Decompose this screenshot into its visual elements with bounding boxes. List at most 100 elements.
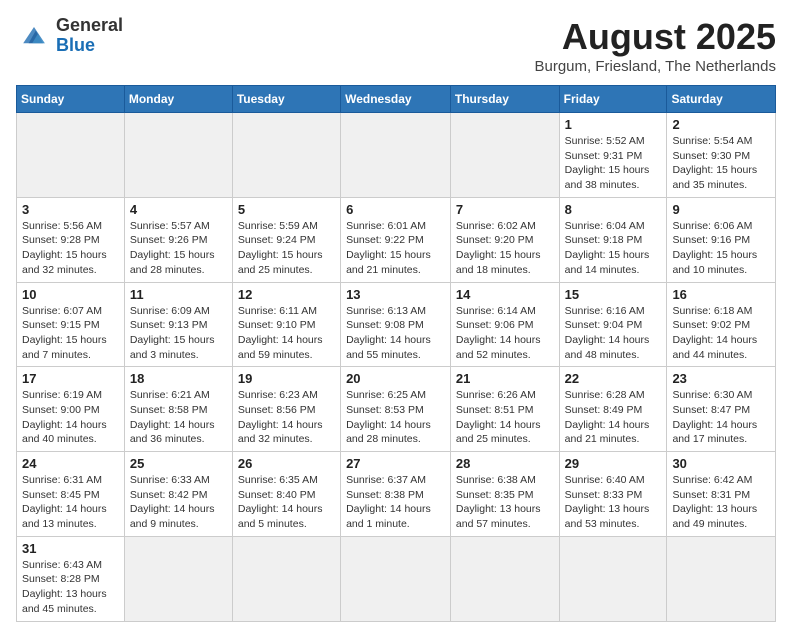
day-number: 10 bbox=[22, 287, 119, 302]
calendar-day-cell: 28 Sunrise: 6:38 AM Sunset: 8:35 PM Dayli… bbox=[450, 452, 559, 537]
day-number: 29 bbox=[565, 456, 662, 471]
calendar-day-cell: 25Sunrise: 6:33 AM Sunset: 8:42 PM Dayli… bbox=[124, 452, 232, 537]
calendar-day-cell bbox=[341, 113, 451, 198]
calendar-day-cell: 24 Sunrise: 6:31 AM Sunset: 8:45 PM Dayli… bbox=[17, 452, 125, 537]
calendar-week-row: 17 Sunrise: 6:19 AM Sunset: 9:00 PM Dayli… bbox=[17, 367, 776, 452]
calendar-day-cell: 31 Sunrise: 6:43 AM Sunset: 8:28 PM Dayli… bbox=[17, 536, 125, 621]
day-number: 23 bbox=[672, 371, 770, 386]
calendar-day-cell: 15Sunrise: 6:16 AM Sunset: 9:04 PM Dayli… bbox=[559, 282, 667, 367]
day-info: Sunrise: 6:25 AM Sunset: 8:53 PM Dayligh… bbox=[346, 388, 445, 447]
day-number: 2 bbox=[672, 117, 770, 132]
calendar-day-cell: 26Sunrise: 6:35 AM Sunset: 8:40 PM Dayli… bbox=[232, 452, 340, 537]
weekday-header-friday: Friday bbox=[559, 86, 667, 113]
weekday-header-thursday: Thursday bbox=[450, 86, 559, 113]
day-number: 4 bbox=[130, 202, 227, 217]
calendar-week-row: 3 Sunrise: 5:56 AM Sunset: 9:28 PM Daylig… bbox=[17, 197, 776, 282]
day-info: Sunrise: 6:06 AM Sunset: 9:16 PM Dayligh… bbox=[672, 219, 770, 278]
day-number: 9 bbox=[672, 202, 770, 217]
calendar-day-cell: 12 Sunrise: 6:11 AM Sunset: 9:10 PM Dayli… bbox=[232, 282, 340, 367]
calendar-day-cell: 27 Sunrise: 6:37 AM Sunset: 8:38 PM Dayli… bbox=[341, 452, 451, 537]
weekday-header-monday: Monday bbox=[124, 86, 232, 113]
calendar-day-cell bbox=[559, 536, 667, 621]
weekday-header-wednesday: Wednesday bbox=[341, 86, 451, 113]
day-info: Sunrise: 6:09 AM Sunset: 9:13 PM Dayligh… bbox=[130, 304, 227, 363]
day-number: 3 bbox=[22, 202, 119, 217]
calendar-day-cell bbox=[17, 113, 125, 198]
day-number: 18 bbox=[130, 371, 227, 386]
day-number: 8 bbox=[565, 202, 662, 217]
day-info: Sunrise: 6:38 AM Sunset: 8:35 PM Dayligh… bbox=[456, 473, 554, 532]
page-header: GeneralBlue August 2025 Burgum, Frieslan… bbox=[16, 16, 776, 75]
calendar-day-cell: 16 Sunrise: 6:18 AM Sunset: 9:02 PM Dayli… bbox=[667, 282, 776, 367]
day-number: 6 bbox=[346, 202, 445, 217]
day-info: Sunrise: 6:43 AM Sunset: 8:28 PM Dayligh… bbox=[22, 558, 119, 617]
day-number: 25 bbox=[130, 456, 227, 471]
day-info: Sunrise: 5:54 AM Sunset: 9:30 PM Dayligh… bbox=[672, 134, 770, 193]
day-info: Sunrise: 6:18 AM Sunset: 9:02 PM Dayligh… bbox=[672, 304, 770, 363]
day-info: Sunrise: 6:40 AM Sunset: 8:33 PM Dayligh… bbox=[565, 473, 662, 532]
day-info: Sunrise: 5:56 AM Sunset: 9:28 PM Dayligh… bbox=[22, 219, 119, 278]
day-info: Sunrise: 6:23 AM Sunset: 8:56 PM Dayligh… bbox=[238, 388, 335, 447]
day-number: 14 bbox=[456, 287, 554, 302]
day-number: 28 bbox=[456, 456, 554, 471]
day-number: 26 bbox=[238, 456, 335, 471]
calendar-day-cell: 29 Sunrise: 6:40 AM Sunset: 8:33 PM Dayli… bbox=[559, 452, 667, 537]
calendar-day-cell: 22 Sunrise: 6:28 AM Sunset: 8:49 PM Dayli… bbox=[559, 367, 667, 452]
day-info: Sunrise: 6:26 AM Sunset: 8:51 PM Dayligh… bbox=[456, 388, 554, 447]
weekday-header-tuesday: Tuesday bbox=[232, 86, 340, 113]
day-number: 30 bbox=[672, 456, 770, 471]
day-number: 27 bbox=[346, 456, 445, 471]
title-area: August 2025 Burgum, Friesland, The Nethe… bbox=[534, 16, 776, 75]
day-info: Sunrise: 6:04 AM Sunset: 9:18 PM Dayligh… bbox=[565, 219, 662, 278]
calendar-day-cell: 21Sunrise: 6:26 AM Sunset: 8:51 PM Dayli… bbox=[450, 367, 559, 452]
calendar-day-cell: 30Sunrise: 6:42 AM Sunset: 8:31 PM Dayli… bbox=[667, 452, 776, 537]
calendar-day-cell: 6 Sunrise: 6:01 AM Sunset: 9:22 PM Daylig… bbox=[341, 197, 451, 282]
day-info: Sunrise: 6:21 AM Sunset: 8:58 PM Dayligh… bbox=[130, 388, 227, 447]
day-info: Sunrise: 6:13 AM Sunset: 9:08 PM Dayligh… bbox=[346, 304, 445, 363]
day-info: Sunrise: 6:31 AM Sunset: 8:45 PM Dayligh… bbox=[22, 473, 119, 532]
day-info: Sunrise: 6:19 AM Sunset: 9:00 PM Dayligh… bbox=[22, 388, 119, 447]
day-number: 5 bbox=[238, 202, 335, 217]
calendar-day-cell bbox=[450, 536, 559, 621]
logo-text: GeneralBlue bbox=[56, 16, 123, 56]
calendar-day-cell: 23 Sunrise: 6:30 AM Sunset: 8:47 PM Dayli… bbox=[667, 367, 776, 452]
day-info: Sunrise: 6:01 AM Sunset: 9:22 PM Dayligh… bbox=[346, 219, 445, 278]
calendar-day-cell: 10 Sunrise: 6:07 AM Sunset: 9:15 PM Dayli… bbox=[17, 282, 125, 367]
day-number: 31 bbox=[22, 541, 119, 556]
calendar-day-cell: 2 Sunrise: 5:54 AM Sunset: 9:30 PM Daylig… bbox=[667, 113, 776, 198]
calendar-day-cell bbox=[667, 536, 776, 621]
calendar-day-cell: 3 Sunrise: 5:56 AM Sunset: 9:28 PM Daylig… bbox=[17, 197, 125, 282]
calendar-day-cell: 9 Sunrise: 6:06 AM Sunset: 9:16 PM Daylig… bbox=[667, 197, 776, 282]
day-info: Sunrise: 6:28 AM Sunset: 8:49 PM Dayligh… bbox=[565, 388, 662, 447]
calendar-day-cell bbox=[450, 113, 559, 198]
calendar-day-cell bbox=[124, 536, 232, 621]
day-number: 11 bbox=[130, 287, 227, 302]
day-info: Sunrise: 6:16 AM Sunset: 9:04 PM Dayligh… bbox=[565, 304, 662, 363]
day-number: 24 bbox=[22, 456, 119, 471]
month-year-title: August 2025 bbox=[534, 16, 776, 58]
day-info: Sunrise: 5:59 AM Sunset: 9:24 PM Dayligh… bbox=[238, 219, 335, 278]
day-number: 12 bbox=[238, 287, 335, 302]
calendar-day-cell: 17 Sunrise: 6:19 AM Sunset: 9:00 PM Dayli… bbox=[17, 367, 125, 452]
day-info: Sunrise: 6:30 AM Sunset: 8:47 PM Dayligh… bbox=[672, 388, 770, 447]
calendar-week-row: 1Sunrise: 5:52 AM Sunset: 9:31 PM Daylig… bbox=[17, 113, 776, 198]
calendar-day-cell: 19 Sunrise: 6:23 AM Sunset: 8:56 PM Dayli… bbox=[232, 367, 340, 452]
day-info: Sunrise: 6:14 AM Sunset: 9:06 PM Dayligh… bbox=[456, 304, 554, 363]
day-number: 19 bbox=[238, 371, 335, 386]
logo-icon bbox=[16, 18, 52, 54]
day-info: Sunrise: 6:07 AM Sunset: 9:15 PM Dayligh… bbox=[22, 304, 119, 363]
day-number: 22 bbox=[565, 371, 662, 386]
calendar-day-cell: 20Sunrise: 6:25 AM Sunset: 8:53 PM Dayli… bbox=[341, 367, 451, 452]
day-number: 16 bbox=[672, 287, 770, 302]
logo: GeneralBlue bbox=[16, 16, 123, 56]
calendar-day-cell: 11 Sunrise: 6:09 AM Sunset: 9:13 PM Dayli… bbox=[124, 282, 232, 367]
weekday-header-saturday: Saturday bbox=[667, 86, 776, 113]
calendar-day-cell bbox=[124, 113, 232, 198]
day-number: 7 bbox=[456, 202, 554, 217]
calendar-day-cell: 5 Sunrise: 5:59 AM Sunset: 9:24 PM Daylig… bbox=[232, 197, 340, 282]
day-info: Sunrise: 6:11 AM Sunset: 9:10 PM Dayligh… bbox=[238, 304, 335, 363]
day-info: Sunrise: 6:37 AM Sunset: 8:38 PM Dayligh… bbox=[346, 473, 445, 532]
day-number: 17 bbox=[22, 371, 119, 386]
day-info: Sunrise: 5:52 AM Sunset: 9:31 PM Dayligh… bbox=[565, 134, 662, 193]
calendar-table: SundayMondayTuesdayWednesdayThursdayFrid… bbox=[16, 85, 776, 622]
